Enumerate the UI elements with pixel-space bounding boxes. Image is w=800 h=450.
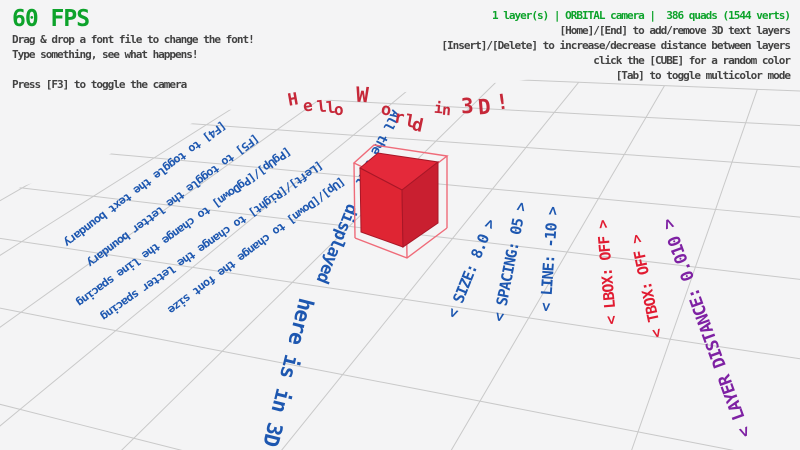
hint-layer-distance: [Insert]/[Delete] to increase/decrease d…	[441, 38, 790, 53]
hint-type: Type something, see what happens!	[12, 47, 254, 62]
cube-body[interactable]	[360, 153, 438, 247]
viewport-3d[interactable]: [F4] to toggle the text boundary[F5] to …	[0, 0, 800, 450]
hello-letter: e	[302, 97, 314, 114]
hint-cube-color: click the [CUBE] for a random color	[441, 53, 790, 68]
hint-layers: [Home]/[End] to add/remove 3D text layer…	[441, 23, 790, 38]
hello-letter: o	[334, 102, 344, 118]
fps-counter: 60 FPS	[12, 6, 254, 32]
hint-drag-drop: Drag & drop a font file to change the fo…	[12, 32, 254, 47]
hint-camera-toggle: Press [F3] to toggle the camera	[12, 77, 254, 92]
status-line: 1 layer(s) | ORBITAL camera | 386 quads …	[441, 8, 790, 23]
hello-letter: W	[355, 85, 369, 107]
hello-letter: D	[477, 96, 491, 118]
hello-letter: o	[380, 102, 392, 120]
hud-right: 1 layer(s) | ORBITAL camera | 386 quads …	[441, 8, 790, 83]
hint-spacer	[12, 62, 254, 77]
hud-left: 60 FPS Drag & drop a font file to change…	[12, 6, 254, 92]
hello-letter: !	[495, 91, 510, 114]
hello-letter: n	[441, 103, 451, 119]
hint-multicolor: [Tab] to toggle multicolor mode	[441, 68, 790, 83]
hello-letter: 3	[460, 96, 474, 118]
